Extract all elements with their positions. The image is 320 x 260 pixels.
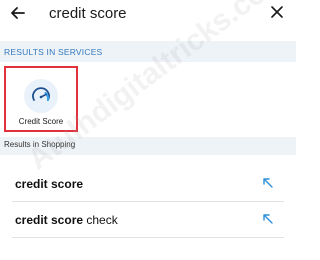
suggestion-bold-text: credit score: [15, 213, 84, 227]
fill-query-arrow-icon[interactable]: [262, 177, 274, 189]
speedometer-icon: [24, 79, 58, 113]
suggestion-text: credit score check: [15, 213, 118, 227]
fill-query-arrow-icon[interactable]: [262, 213, 274, 225]
services-section-header: RESULTS IN SERVICES: [0, 41, 296, 62]
suggestion-bold-text: credit score: [15, 177, 84, 191]
back-arrow-icon[interactable]: [8, 3, 28, 23]
close-icon[interactable]: [269, 4, 285, 20]
shopping-section-header: Results in Shopping: [0, 137, 296, 155]
services-section-label: RESULTS IN SERVICES: [4, 47, 103, 57]
search-bar: credit score: [0, 0, 296, 30]
suggestion-rest-text: check: [83, 213, 118, 227]
suggestion-item[interactable]: credit score check: [0, 203, 296, 237]
search-input[interactable]: credit score: [49, 5, 127, 22]
shopping-section-label: Results in Shopping: [4, 140, 76, 149]
service-label: Credit Score: [18, 117, 64, 126]
divider: [12, 201, 284, 202]
divider: [12, 237, 284, 238]
suggestion-text: credit score: [15, 177, 83, 191]
service-tile-credit-score[interactable]: Credit Score: [4, 66, 78, 132]
suggestion-item[interactable]: credit score: [0, 167, 296, 201]
